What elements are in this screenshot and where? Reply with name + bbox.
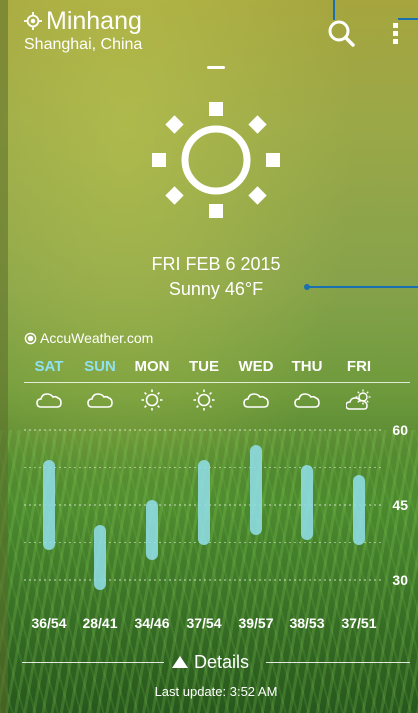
cloud-icon — [294, 393, 320, 408]
location-header[interactable]: Minhang Shanghai, China — [24, 6, 142, 54]
cloud-icon — [36, 393, 62, 408]
sun-icon — [152, 102, 280, 218]
accuweather-sun-icon — [24, 332, 37, 344]
day-label-wed[interactable]: WED — [230, 358, 282, 375]
day-label-sun[interactable]: SUN — [74, 358, 126, 375]
forecast-day-labels: SAT SUN MON TUE WED THU FRI — [26, 358, 406, 378]
temp-range-tue: 37/54 — [186, 615, 222, 631]
weather-screen: Minhang Shanghai, China FRI FEB 6 2015 S… — [0, 0, 418, 713]
cloud-icon — [243, 393, 269, 408]
day-label-mon[interactable]: MON — [126, 358, 178, 375]
details-row: Details — [22, 651, 410, 673]
forecast-temperature-row: 36/54 28/41 34/46 37/54 39/57 38/53 37/51 — [0, 615, 418, 635]
overflow-menu-button[interactable] — [382, 18, 402, 48]
temp-range-thu: 38/53 — [289, 615, 325, 631]
details-label: Details — [194, 651, 250, 672]
temp-range-sun: 28/41 — [82, 615, 118, 631]
day-label-fri[interactable]: FRI — [333, 358, 385, 375]
search-button[interactable] — [326, 18, 356, 48]
sun-icon — [193, 389, 215, 411]
more-vert-icon — [393, 23, 398, 44]
temp-range-sat: 36/54 — [31, 615, 67, 631]
temp-range-bar-sat[interactable] — [43, 460, 55, 550]
accuweather-logo[interactable]: AccuWeather.com — [24, 330, 153, 346]
temp-range-bar-sun[interactable] — [94, 525, 106, 590]
temp-range-bar-wed[interactable] — [250, 445, 262, 535]
day-label-tue[interactable]: TUE — [178, 358, 230, 375]
brand-name: AccuWeather.com — [40, 330, 154, 346]
temp-range-bar-thu[interactable] — [301, 465, 313, 540]
current-condition: Sunny 46°F — [168, 279, 264, 299]
city-name: Minhang — [46, 7, 142, 35]
temperature-chart: 60 45 30 — [24, 422, 408, 590]
search-icon — [328, 20, 355, 47]
temp-range-fri: 37/51 — [341, 615, 377, 631]
day-labels-divider — [24, 382, 410, 383]
temp-range-bar-mon[interactable] — [146, 500, 158, 560]
last-update-text: Last update: 3:52 AM — [154, 684, 278, 699]
temp-range-bar-fri[interactable] — [353, 475, 365, 545]
y-tick-label: 30 — [392, 572, 408, 588]
temp-range-bar-tue[interactable] — [198, 460, 210, 545]
annotation-line-top — [333, 0, 335, 20]
triangle-up-icon — [172, 656, 188, 668]
current-date: FRI FEB 6 2015 — [151, 254, 281, 274]
location-target-icon — [24, 12, 42, 30]
partly-cloudy-icon — [346, 389, 371, 410]
day-label-sat[interactable]: SAT — [23, 358, 75, 375]
temp-range-wed: 39/57 — [238, 615, 274, 631]
temp-range-mon: 34/46 — [134, 615, 170, 631]
region-name: Shanghai, China — [24, 36, 143, 53]
y-tick-label: 45 — [392, 497, 408, 513]
details-divider-right — [266, 662, 410, 663]
details-divider-left — [22, 662, 164, 663]
y-tick-label: 60 — [392, 422, 408, 438]
day-label-thu[interactable]: THU — [281, 358, 333, 375]
sun-icon — [141, 389, 163, 411]
cloud-icon — [87, 393, 113, 408]
page-indicator[interactable] — [207, 66, 225, 69]
